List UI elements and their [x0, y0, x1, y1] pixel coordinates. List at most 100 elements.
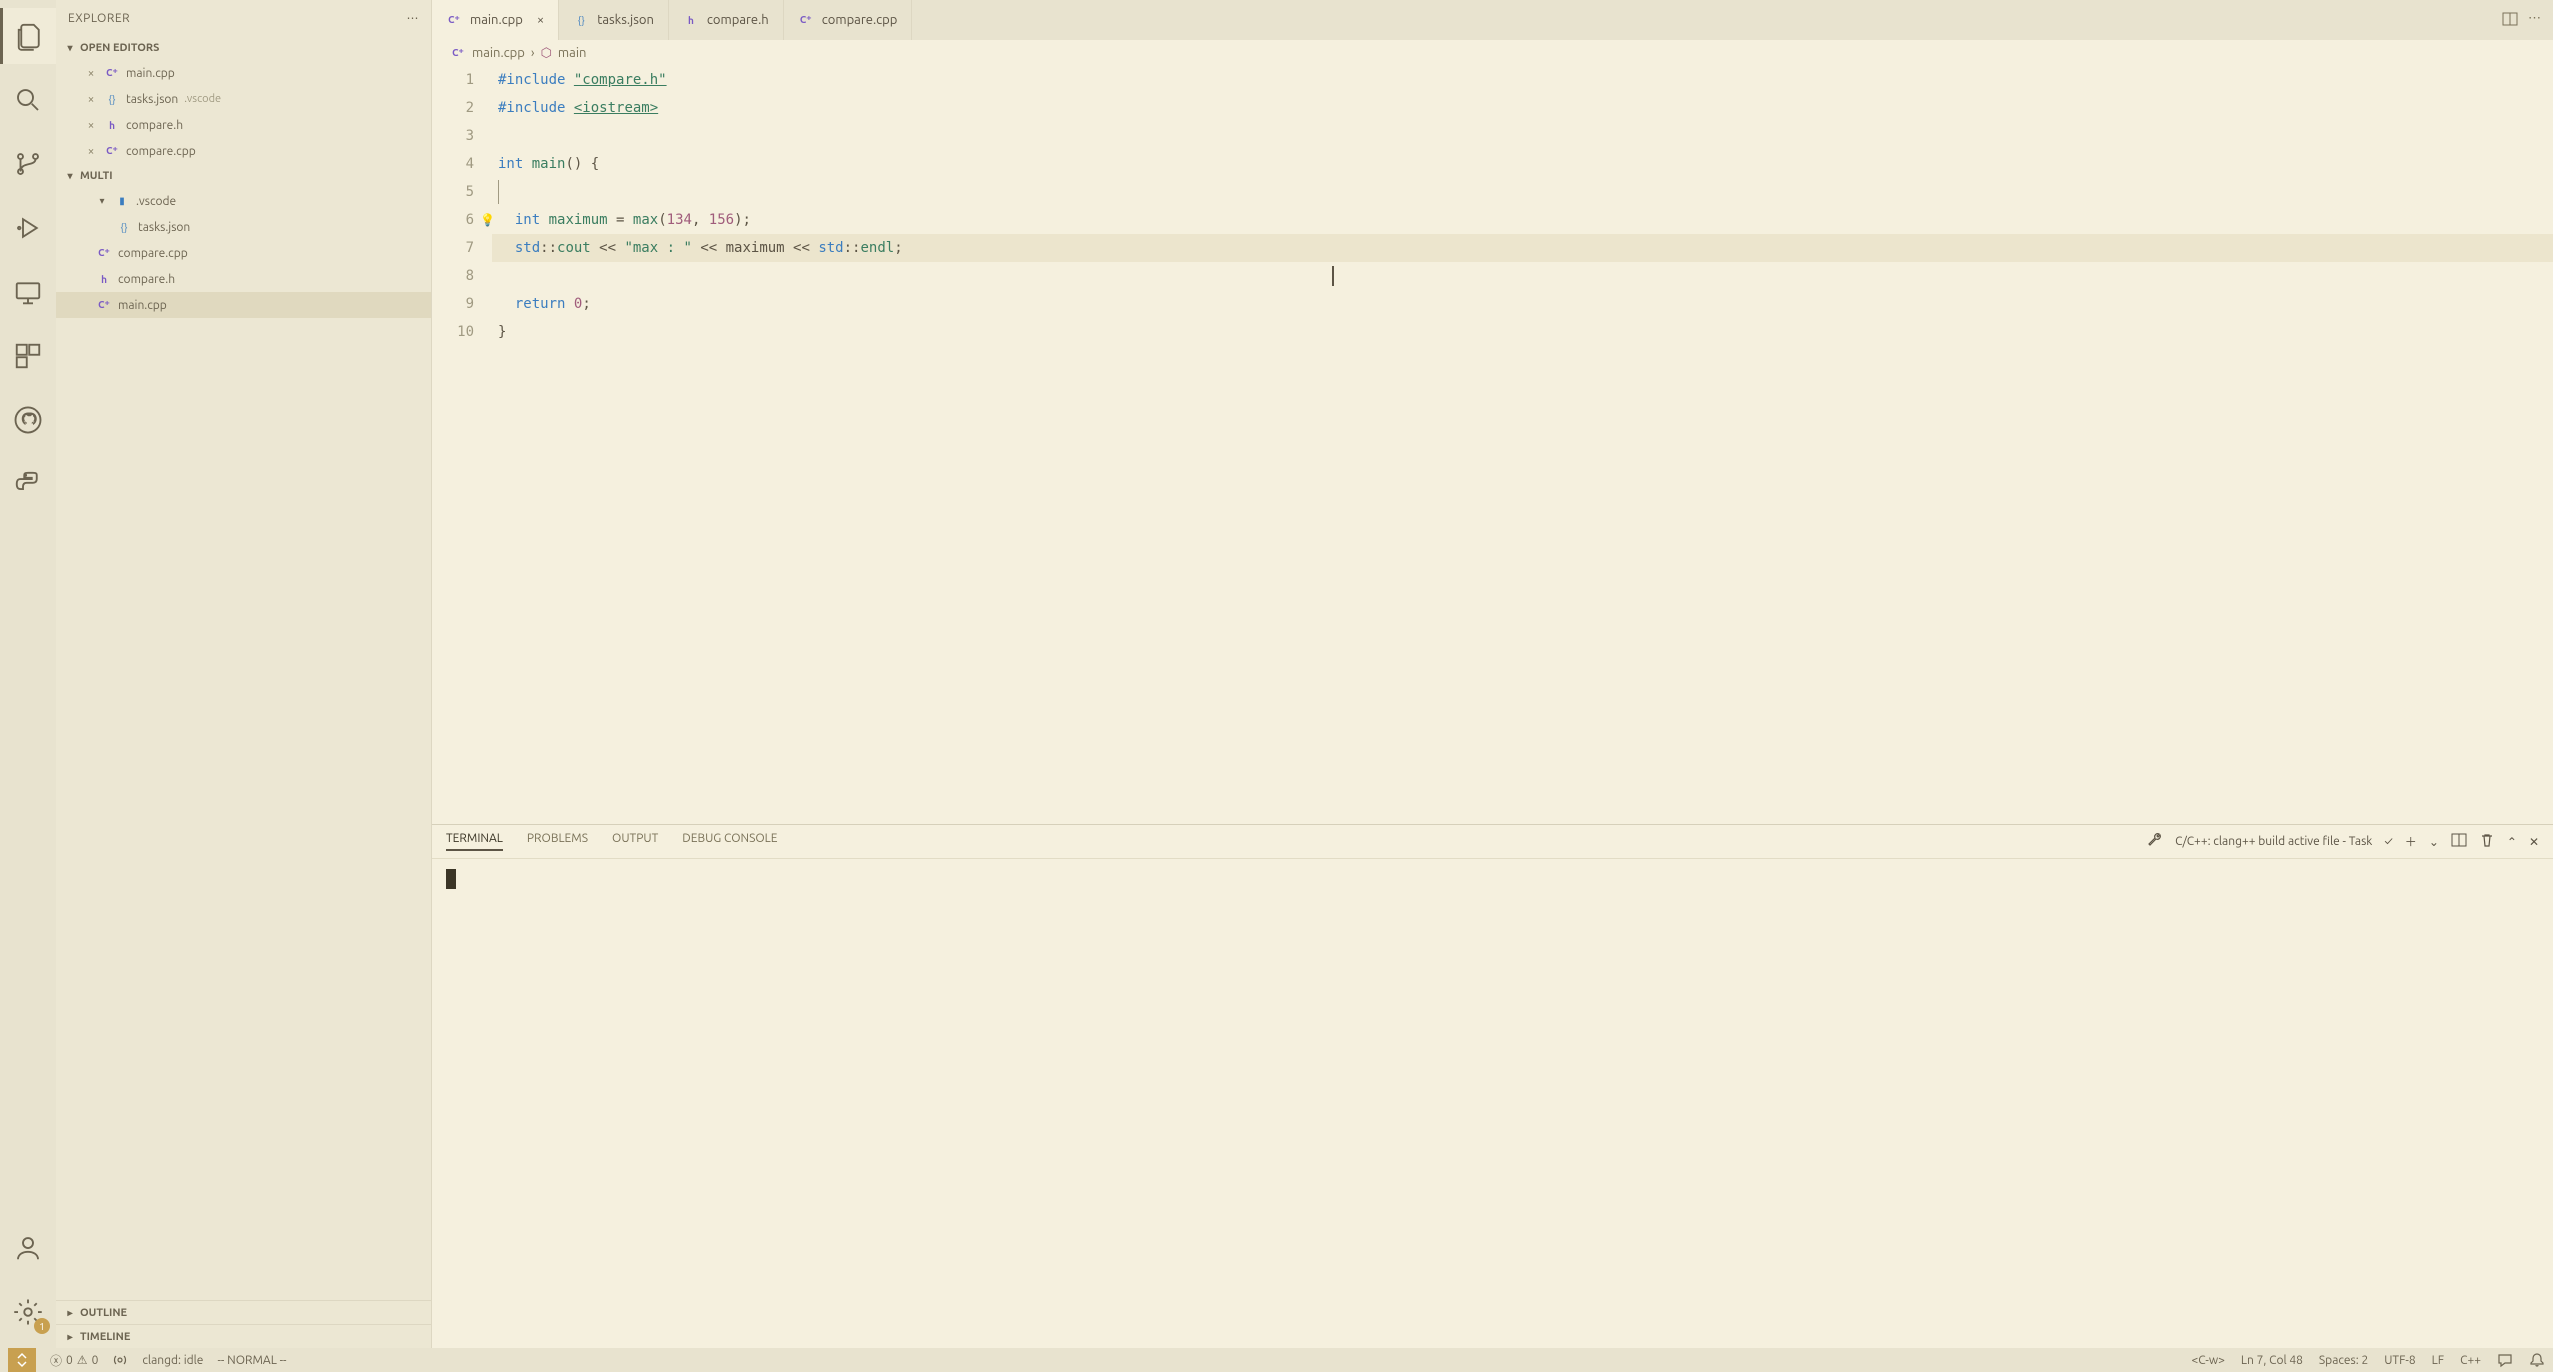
open-editor-item[interactable]: ×{}tasks.json .vscode	[56, 86, 431, 112]
panel-tab-terminal[interactable]: TERMINAL	[446, 832, 503, 851]
cpp-file-icon: C⁺	[104, 65, 120, 81]
maximize-panel-icon[interactable]: ⌃	[2507, 835, 2517, 849]
status-bar: ⓧ 0 ⚠ 0 clangd: idle -- NORMAL -- <C-w> …	[0, 1348, 2553, 1372]
indentation-status[interactable]: Spaces: 2	[2319, 1354, 2368, 1367]
code-editor[interactable]: 12345678910 #include "compare.h"#include…	[432, 66, 2553, 824]
editor-tab[interactable]: C⁺main.cpp×	[432, 0, 559, 40]
json-file-icon: {}	[104, 91, 120, 107]
activity-python[interactable]	[0, 456, 56, 512]
chevron-right-icon: ▸	[64, 1331, 76, 1343]
editor-tab[interactable]: C⁺compare.cpp	[784, 0, 913, 40]
activity-extensions[interactable]	[0, 328, 56, 384]
explorer-sidebar: EXPLORER ⋯ ▾ OPEN EDITORS ×C⁺main.cpp×{}…	[56, 0, 432, 1348]
language-status[interactable]: C++	[2460, 1354, 2481, 1367]
symbol-icon: ⬡	[541, 46, 552, 61]
tab-label: compare.h	[707, 13, 769, 27]
cpp-file-icon: C⁺	[446, 12, 462, 28]
trash-icon[interactable]	[2479, 832, 2495, 851]
notifications-icon[interactable]	[2529, 1352, 2545, 1368]
activity-github[interactable]	[0, 392, 56, 448]
eol-status[interactable]: LF	[2432, 1354, 2444, 1367]
activity-scm[interactable]	[0, 136, 56, 192]
editor-tab[interactable]: {}tasks.json	[559, 0, 669, 40]
workspace-header[interactable]: ▾ MULTI	[56, 164, 431, 188]
close-icon[interactable]: ×	[84, 119, 98, 132]
activity-bar: 1	[0, 0, 56, 1348]
panel-tab-problems[interactable]: PROBLEMS	[527, 832, 588, 851]
wrench-icon[interactable]	[2147, 832, 2163, 851]
file-label: compare.cpp	[118, 247, 188, 260]
file-label: main.cpp	[126, 67, 175, 80]
code-line: }	[492, 318, 2553, 346]
terminal-cursor	[446, 869, 456, 889]
cpp-file-icon: C⁺	[96, 297, 112, 313]
file-label: main.cpp	[118, 299, 167, 312]
file-item[interactable]: C⁺ compare.cpp	[56, 240, 431, 266]
vim-mode-status: -- NORMAL --	[217, 1354, 286, 1367]
line-number: 5	[432, 178, 474, 206]
panel-tab-debug-console[interactable]: DEBUG CONSOLE	[682, 832, 777, 851]
h-file-icon: h	[96, 271, 112, 287]
close-icon[interactable]: ×	[84, 145, 98, 158]
editor-area: C⁺main.cpp×{}tasks.jsonhcompare.hC⁺compa…	[432, 0, 2553, 1348]
terminal-dropdown-icon[interactable]: ⌄	[2429, 835, 2439, 849]
problems-status[interactable]: ⓧ 0 ⚠ 0	[50, 1352, 98, 1369]
open-editors-header[interactable]: ▾ OPEN EDITORS	[56, 36, 431, 60]
folder-item[interactable]: ▾▮.vscode	[56, 188, 431, 214]
breadcrumb[interactable]: C⁺ main.cpp › ⬡ main	[432, 40, 2553, 66]
cpp-file-icon: C⁺	[450, 45, 466, 61]
chevron-down-icon: ▾	[96, 195, 108, 207]
code-line	[492, 178, 2553, 206]
terminal-body[interactable]	[432, 859, 2553, 1348]
editor-tab[interactable]: hcompare.h	[669, 0, 784, 40]
timeline-header[interactable]: ▸ TIMELINE	[56, 1324, 431, 1348]
activity-debug[interactable]	[0, 200, 56, 256]
lightbulb-icon[interactable]: 💡	[480, 206, 495, 234]
open-editor-item[interactable]: ×C⁺compare.cpp	[56, 138, 431, 164]
open-editor-item[interactable]: ×hcompare.h	[56, 112, 431, 138]
clangd-status[interactable]: clangd: idle	[142, 1354, 203, 1367]
file-item[interactable]: C⁺ main.cpp	[56, 292, 431, 318]
file-item[interactable]: {}tasks.json	[56, 214, 431, 240]
close-icon[interactable]: ×	[84, 67, 98, 80]
file-item[interactable]: hcompare.h	[56, 266, 431, 292]
close-tab-icon[interactable]: ×	[537, 13, 544, 27]
cpp-file-icon: C⁺	[96, 245, 112, 261]
line-number: 1	[432, 66, 474, 94]
line-number: 3	[432, 122, 474, 150]
settings-badge: 1	[34, 1318, 50, 1334]
panel-tab-output[interactable]: OUTPUT	[612, 832, 658, 851]
feedback-icon[interactable]	[2497, 1352, 2513, 1368]
activity-settings[interactable]: 1	[0, 1284, 56, 1340]
activity-search[interactable]	[0, 72, 56, 128]
cursor-position[interactable]: Ln 7, Col 48	[2241, 1354, 2303, 1367]
more-actions-icon[interactable]: ⋯	[2528, 11, 2541, 30]
close-panel-icon[interactable]: ✕	[2529, 835, 2539, 849]
split-terminal-icon[interactable]	[2451, 832, 2467, 851]
json-file-icon: {}	[573, 12, 589, 28]
git-branch-icon	[13, 149, 43, 179]
activity-remote[interactable]	[0, 264, 56, 320]
open-editor-item[interactable]: × C⁺ main.cpp	[56, 60, 431, 86]
breadcrumb-file: main.cpp	[472, 46, 525, 60]
line-number: 4	[432, 150, 474, 178]
line-number: 2	[432, 94, 474, 122]
cpp-file-icon: C⁺	[104, 143, 120, 159]
activity-explorer[interactable]	[0, 8, 56, 64]
split-editor-icon[interactable]	[2502, 11, 2518, 30]
task-label[interactable]: C/C++: clang++ build active file - Task	[2175, 835, 2372, 848]
files-icon	[15, 21, 45, 51]
vim-prefix: <C-w>	[2191, 1354, 2224, 1367]
line-number: 10	[432, 318, 474, 346]
activity-accounts[interactable]	[0, 1220, 56, 1276]
code-line: return 0;	[492, 290, 2553, 318]
new-terminal-icon[interactable]: ＋	[2405, 833, 2417, 850]
outline-header[interactable]: ▸ OUTLINE	[56, 1300, 431, 1324]
encoding-status[interactable]: UTF-8	[2384, 1354, 2415, 1367]
sidebar-more-icon[interactable]: ⋯	[407, 11, 420, 25]
file-label: tasks.json	[126, 93, 178, 106]
ports-status[interactable]	[112, 1352, 128, 1368]
close-icon[interactable]: ×	[84, 93, 98, 106]
code-line: int main() {	[492, 150, 2553, 178]
remote-indicator[interactable]	[8, 1348, 36, 1372]
